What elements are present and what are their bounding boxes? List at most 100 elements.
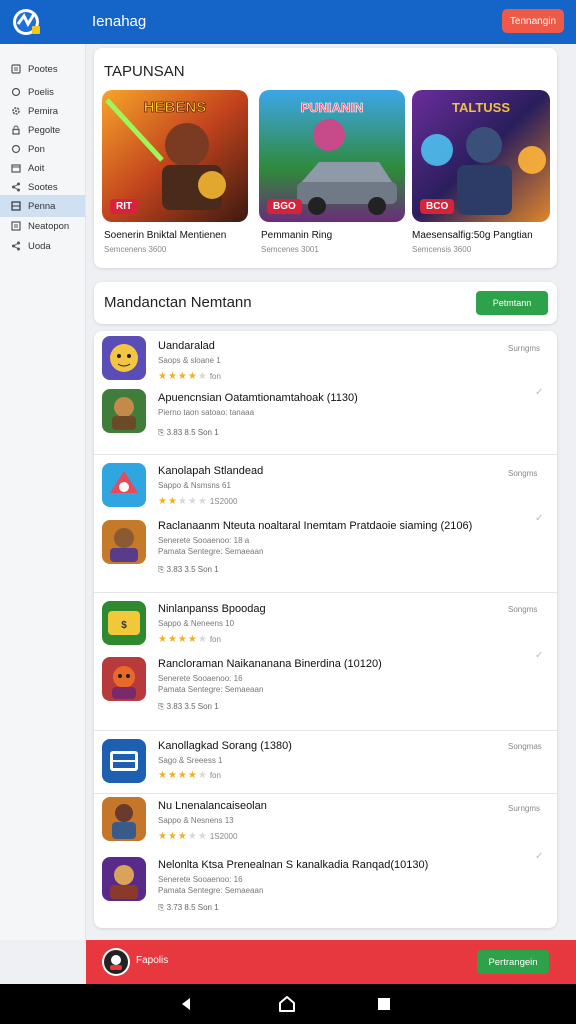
sidebar: Pootes Poelis Pemira Pegolte Pon Aoit So… bbox=[0, 44, 86, 940]
game-subtitle: Senerete Sooaenoo: 16 bbox=[158, 875, 243, 884]
bottom-action-bar: Fapolis Pertrangein bbox=[86, 940, 576, 984]
status-label: Songms bbox=[508, 469, 538, 478]
game-title: Ninlanpanss Bpoodag bbox=[158, 603, 266, 615]
calendar-icon bbox=[10, 162, 22, 174]
game-icon bbox=[102, 857, 146, 901]
tile-title: Pemmanin Ring bbox=[261, 230, 333, 241]
game-subtitle-2: Pamata Sentegre: Semaeaan bbox=[158, 685, 264, 694]
list-icon bbox=[10, 220, 22, 232]
game-title: Kanolapah Stlandead bbox=[158, 465, 264, 477]
list-group[interactable]: Nu Lnenalancaiseolan Sappo & Nesnens 13 … bbox=[94, 794, 557, 928]
gear-icon bbox=[10, 105, 22, 117]
game-icon bbox=[102, 797, 146, 841]
app-logo-icon[interactable] bbox=[10, 6, 44, 38]
game-icon bbox=[102, 336, 146, 380]
game-meta: ⎘ 3.83 8.5 Son 1 bbox=[158, 428, 219, 437]
list-group[interactable]: Uandaralad Saops & sloane 1 ★★★★★ fon Sur… bbox=[94, 331, 557, 454]
svg-text:$: $ bbox=[121, 620, 127, 631]
list-group[interactable]: $ Ninlanpanss Bpoodag Sappo & Neneens 10… bbox=[94, 593, 557, 730]
home-icon[interactable] bbox=[277, 994, 297, 1014]
game-subtitle: Pierno taon satoao: tanaaa bbox=[158, 408, 255, 417]
game-title: Rancloraman Naikananana Binerdina (10120… bbox=[158, 658, 382, 670]
game-subtitle-2: Pamata Sentegre: Semaeaan bbox=[158, 547, 264, 556]
check-icon[interactable]: ✓ bbox=[535, 513, 543, 524]
recent-icon[interactable] bbox=[374, 994, 394, 1014]
sidebar-item-label: Sootes bbox=[28, 181, 58, 193]
game-icon: $ bbox=[102, 601, 146, 645]
game-title: Kanollagkad Sorang (1380) bbox=[158, 740, 292, 752]
sidebar-item-label: Poelis bbox=[28, 86, 54, 98]
sidebar-item-pootes[interactable]: Pootes bbox=[0, 58, 85, 80]
status-label: Songms bbox=[508, 605, 538, 614]
game-icon bbox=[102, 389, 146, 433]
tile-title: Soenerin Bniktal Mentienen bbox=[104, 230, 227, 241]
avatar-icon[interactable] bbox=[102, 948, 130, 976]
tile-subtitle: Semcenes 3001 bbox=[261, 245, 319, 254]
game-subtitle: Senerete Sooaenoo: 16 bbox=[158, 674, 243, 683]
rating-stars: ★★★★★ fon bbox=[158, 770, 221, 781]
share-icon bbox=[10, 240, 22, 252]
tile-badge: RIT bbox=[110, 199, 139, 214]
list-header: Mandanctan Nemtann Petmtann bbox=[94, 282, 557, 324]
game-icon bbox=[102, 739, 146, 783]
tile-art-text: HEBENS bbox=[144, 99, 207, 116]
game-list: Uandaralad Saops & sloane 1 ★★★★★ fon Sur… bbox=[94, 331, 557, 928]
featured-tile-3[interactable]: TALTUSS BCO bbox=[412, 90, 550, 222]
sidebar-item-label: Uoda bbox=[28, 240, 51, 252]
check-icon[interactable]: ✓ bbox=[535, 851, 543, 862]
game-subtitle: Sago & Sreeess 1 bbox=[158, 756, 223, 765]
game-subtitle: Senerete Sooaenoo: 18 a bbox=[158, 536, 250, 545]
rating-stars: ★★★★★ 1S2000 bbox=[158, 496, 238, 507]
sidebar-item-label: Pemira bbox=[28, 105, 59, 117]
list-group[interactable]: Kanolapah Stlandead Sappo & Nsmsns 61 ★★… bbox=[94, 455, 557, 592]
featured-title: TAPUNSAN bbox=[104, 63, 185, 80]
sidebar-item-neatopon[interactable]: Neatopon bbox=[0, 215, 85, 237]
game-meta: ⎘ 3.73 8.5 Son 1 bbox=[158, 903, 219, 912]
status-label: Surngms bbox=[508, 804, 541, 813]
top-action-button[interactable]: Tennangin bbox=[502, 9, 564, 33]
sidebar-item-uoda[interactable]: Uoda bbox=[0, 235, 85, 257]
featured-section: TAPUNSAN HEBENS RIT Soenerin Bniktal Men… bbox=[94, 48, 557, 268]
game-subtitle: Sappo & Neneens 10 bbox=[158, 619, 235, 628]
sidebar-item-label: Aoit bbox=[28, 162, 45, 174]
document-icon bbox=[10, 63, 22, 75]
check-icon[interactable]: ✓ bbox=[535, 650, 543, 661]
sidebar-item-label: Pegolte bbox=[28, 124, 61, 136]
app-title: Ienahag bbox=[92, 13, 147, 30]
featured-tile-2[interactable]: PUNIANIN BGO bbox=[259, 90, 405, 222]
lock-icon bbox=[10, 124, 22, 136]
grid-icon bbox=[10, 200, 22, 212]
sidebar-item-label: Neatopon bbox=[28, 220, 70, 232]
sidebar-item-penna[interactable]: Penna bbox=[0, 195, 85, 217]
circle-icon bbox=[10, 86, 22, 98]
game-subtitle-2: Pamata Sentegre: Semaeaan bbox=[158, 886, 264, 895]
game-icon bbox=[102, 520, 146, 564]
tile-subtitle: Semcenens 3600 bbox=[104, 245, 167, 254]
game-title: Apuencnsian Oatamtionamtahoak (1130) bbox=[158, 392, 358, 404]
sidebar-item-label: Penna bbox=[28, 200, 56, 212]
game-subtitle: Sappo & Nsmsns 61 bbox=[158, 481, 231, 490]
featured-tile-1[interactable]: HEBENS RIT bbox=[102, 90, 248, 222]
game-meta: ⎘ 3.83 3.5 Son 1 bbox=[158, 702, 219, 711]
tile-art-text: PUNIANIN bbox=[301, 100, 364, 115]
game-title: Nu Lnenalancaiseolan bbox=[158, 800, 267, 812]
game-title: Nelonlta Ktsa Prenealnan S kanalkadia Ra… bbox=[158, 859, 429, 871]
list-header-title: Mandanctan Nemtann bbox=[104, 294, 252, 311]
game-subtitle: Sappo & Nesnens 13 bbox=[158, 816, 234, 825]
status-label: Surngms bbox=[508, 344, 541, 353]
status-label: Songmas bbox=[508, 742, 542, 751]
game-subtitle: Saops & sloane 1 bbox=[158, 356, 221, 365]
top-app-bar: Ienahag Tennangin bbox=[0, 0, 576, 44]
sidebar-item-label: Pon bbox=[28, 143, 45, 155]
tile-badge: BCO bbox=[420, 199, 455, 214]
game-title: Raclanaanm Nteuta noaltaral Inemtam Prat… bbox=[158, 520, 473, 532]
list-group[interactable]: Kanollagkad Sorang (1380) Sago & Sreeess… bbox=[94, 731, 557, 793]
game-title: Uandaralad bbox=[158, 340, 215, 352]
sidebar-item-label: Pootes bbox=[28, 63, 58, 75]
back-icon[interactable] bbox=[176, 994, 196, 1014]
bottom-action-button[interactable]: Pertrangein bbox=[477, 950, 549, 974]
list-header-button[interactable]: Petmtann bbox=[476, 291, 548, 315]
rating-stars: ★★★★★ fon bbox=[158, 634, 221, 645]
game-icon bbox=[102, 463, 146, 507]
check-icon[interactable]: ✓ bbox=[535, 387, 543, 398]
